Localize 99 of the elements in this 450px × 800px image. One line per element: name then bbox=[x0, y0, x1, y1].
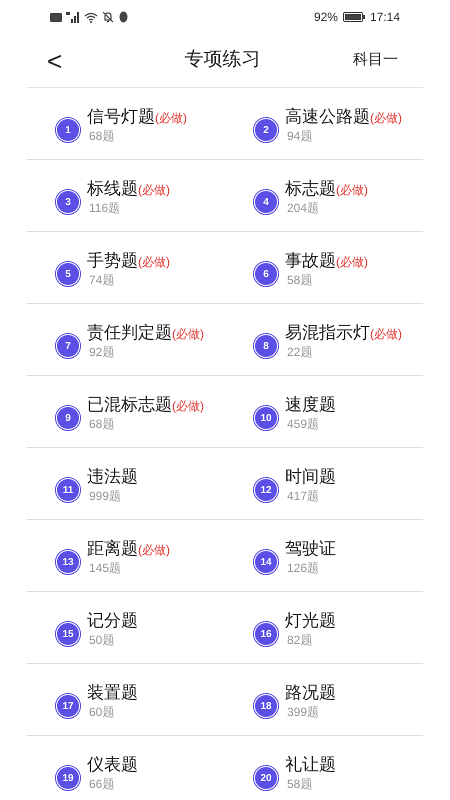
category-name: 驾驶证 bbox=[285, 538, 336, 560]
category-name: 灯光题 bbox=[285, 610, 336, 632]
page-title: 专项练习 bbox=[184, 48, 261, 72]
category-name: 装置题 bbox=[87, 682, 138, 704]
category-name: 标线题 bbox=[87, 178, 138, 200]
question-count: 145题 bbox=[88, 560, 122, 576]
category-name: 事故题 bbox=[285, 250, 336, 272]
battery-percent: 92% bbox=[314, 9, 338, 26]
number-badge: 10 bbox=[255, 407, 277, 429]
number-badge: 7 bbox=[57, 335, 79, 357]
category-name: 标志题 bbox=[285, 178, 336, 200]
question-count: 417题 bbox=[286, 488, 320, 504]
category-item[interactable]: 8 易混指示灯(必做) 22题 bbox=[225, 307, 423, 375]
signal-icon bbox=[66, 12, 80, 22]
question-count: 22题 bbox=[286, 344, 314, 360]
question-count: 204题 bbox=[286, 200, 320, 216]
category-item[interactable]: 1 信号灯题(必做) 68题 bbox=[27, 91, 225, 159]
question-count: 126题 bbox=[286, 560, 320, 576]
category-name: 已混标志题 bbox=[87, 394, 172, 416]
question-count: 58题 bbox=[286, 272, 314, 288]
number-badge: 4 bbox=[255, 191, 277, 213]
category-item[interactable]: 15 记分题 50题 bbox=[27, 595, 225, 663]
category-name: 手势题 bbox=[87, 250, 138, 272]
required-label: (必做) bbox=[138, 542, 170, 559]
category-item[interactable]: 5 手势题(必做) 74题 bbox=[27, 235, 225, 303]
number-badge: 20 bbox=[255, 767, 277, 789]
required-label: (必做) bbox=[172, 326, 204, 343]
category-name: 责任判定题 bbox=[87, 322, 172, 344]
required-label: (必做) bbox=[138, 182, 170, 199]
required-label: (必做) bbox=[155, 110, 187, 127]
question-count: 94题 bbox=[286, 128, 314, 144]
question-count: 399题 bbox=[286, 704, 320, 720]
battery-icon bbox=[342, 12, 365, 22]
number-badge: 6 bbox=[255, 263, 277, 285]
category-item[interactable]: 9 已混标志题(必做) 68题 bbox=[27, 379, 225, 447]
question-count: 74题 bbox=[88, 272, 116, 288]
category-item[interactable]: 10 速度题 459题 bbox=[225, 379, 423, 447]
number-badge: 5 bbox=[57, 263, 79, 285]
question-count: 116题 bbox=[88, 200, 122, 216]
category-item[interactable]: 17 装置题 60题 bbox=[27, 667, 225, 735]
category-name: 距离题 bbox=[87, 538, 138, 560]
number-badge: 12 bbox=[255, 479, 277, 501]
question-count: 68题 bbox=[88, 128, 116, 144]
category-name: 记分题 bbox=[87, 610, 138, 632]
question-count: 82题 bbox=[286, 632, 314, 648]
category-name: 易混指示灯 bbox=[285, 322, 370, 344]
category-name: 路况题 bbox=[285, 682, 336, 704]
required-label: (必做) bbox=[336, 182, 368, 199]
question-count: 50题 bbox=[88, 632, 116, 648]
question-count: 92题 bbox=[88, 344, 116, 360]
category-item[interactable]: 3 标线题(必做) 116题 bbox=[27, 163, 225, 231]
category-item[interactable]: 20 礼让题 58题 bbox=[225, 739, 423, 800]
wifi-icon bbox=[84, 12, 98, 22]
category-name: 高速公路题 bbox=[285, 106, 370, 128]
category-item[interactable]: 6 事故题(必做) 58题 bbox=[225, 235, 423, 303]
category-item[interactable]: 7 责任判定题(必做) 92题 bbox=[27, 307, 225, 375]
number-badge: 13 bbox=[57, 551, 79, 573]
question-count: 58题 bbox=[286, 776, 314, 792]
category-name: 信号灯题 bbox=[87, 106, 155, 128]
category-name: 速度题 bbox=[285, 394, 336, 416]
category-item[interactable]: 11 违法题 999题 bbox=[27, 451, 225, 519]
category-item[interactable]: 19 仪表题 66题 bbox=[27, 739, 225, 800]
number-badge: 19 bbox=[57, 767, 79, 789]
category-item[interactable]: 18 路况题 399题 bbox=[225, 667, 423, 735]
category-name: 违法题 bbox=[87, 466, 138, 488]
category-item[interactable]: 16 灯光题 82题 bbox=[225, 595, 423, 663]
question-count: 68题 bbox=[88, 416, 116, 432]
category-name: 时间题 bbox=[285, 466, 336, 488]
number-badge: 2 bbox=[255, 119, 277, 141]
clock: 17:14 bbox=[370, 9, 400, 26]
required-label: (必做) bbox=[370, 326, 402, 343]
mute-icon bbox=[102, 11, 114, 23]
number-badge: 3 bbox=[57, 191, 79, 213]
category-item[interactable]: 4 标志题(必做) 204题 bbox=[225, 163, 423, 231]
category-item[interactable]: 12 时间题 417题 bbox=[225, 451, 423, 519]
number-badge: 15 bbox=[57, 623, 79, 645]
category-item[interactable]: 2 高速公路题(必做) 94题 bbox=[225, 91, 423, 159]
category-name: 礼让题 bbox=[285, 754, 336, 776]
number-badge: 14 bbox=[255, 551, 277, 573]
question-count: 999题 bbox=[88, 488, 122, 504]
back-button[interactable]: < bbox=[47, 48, 62, 74]
number-badge: 9 bbox=[57, 407, 79, 429]
category-item[interactable]: 13 距离题(必做) 145题 bbox=[27, 523, 225, 591]
required-label: (必做) bbox=[370, 110, 402, 127]
required-label: (必做) bbox=[336, 254, 368, 271]
number-badge: 11 bbox=[57, 479, 79, 501]
question-count: 66题 bbox=[88, 776, 116, 792]
question-count: 459题 bbox=[286, 416, 320, 432]
number-badge: 1 bbox=[57, 119, 79, 141]
required-label: (必做) bbox=[172, 398, 204, 415]
number-badge: 16 bbox=[255, 623, 277, 645]
question-count: 60题 bbox=[88, 704, 116, 720]
category-item[interactable]: 14 驾驶证 126题 bbox=[225, 523, 423, 591]
category-name: 仪表题 bbox=[87, 754, 138, 776]
required-label: (必做) bbox=[138, 254, 170, 271]
subject-button[interactable]: 科目一 bbox=[353, 49, 398, 72]
number-badge: 18 bbox=[255, 695, 277, 717]
number-badge: 8 bbox=[255, 335, 277, 357]
number-badge: 17 bbox=[57, 695, 79, 717]
